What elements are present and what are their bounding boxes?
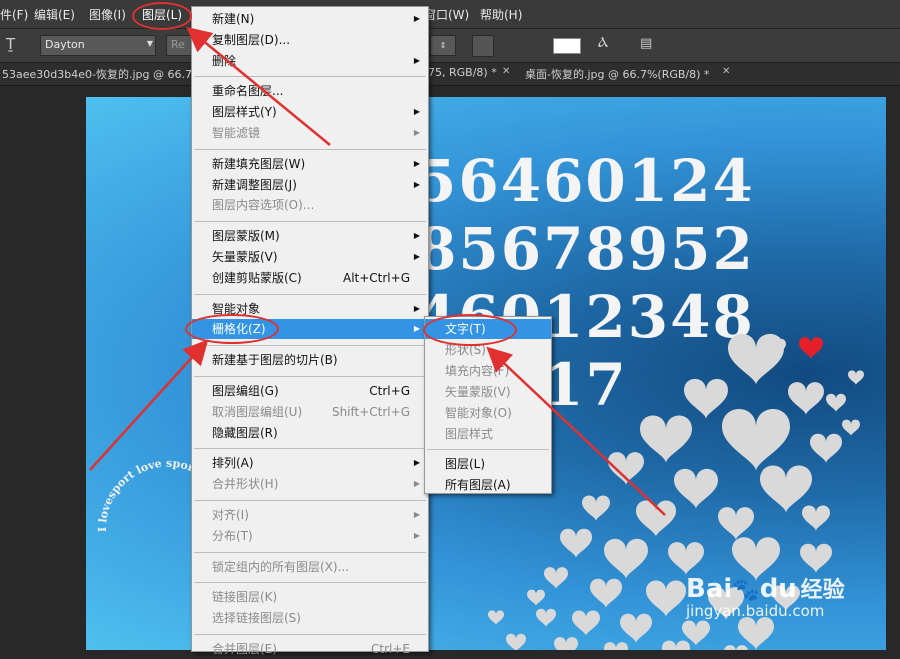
arrow-to-rasterize xyxy=(89,339,209,471)
arrow-to-layer-menu xyxy=(186,26,331,146)
arrow-to-text xyxy=(486,346,666,516)
annotation-arrows xyxy=(89,26,666,516)
